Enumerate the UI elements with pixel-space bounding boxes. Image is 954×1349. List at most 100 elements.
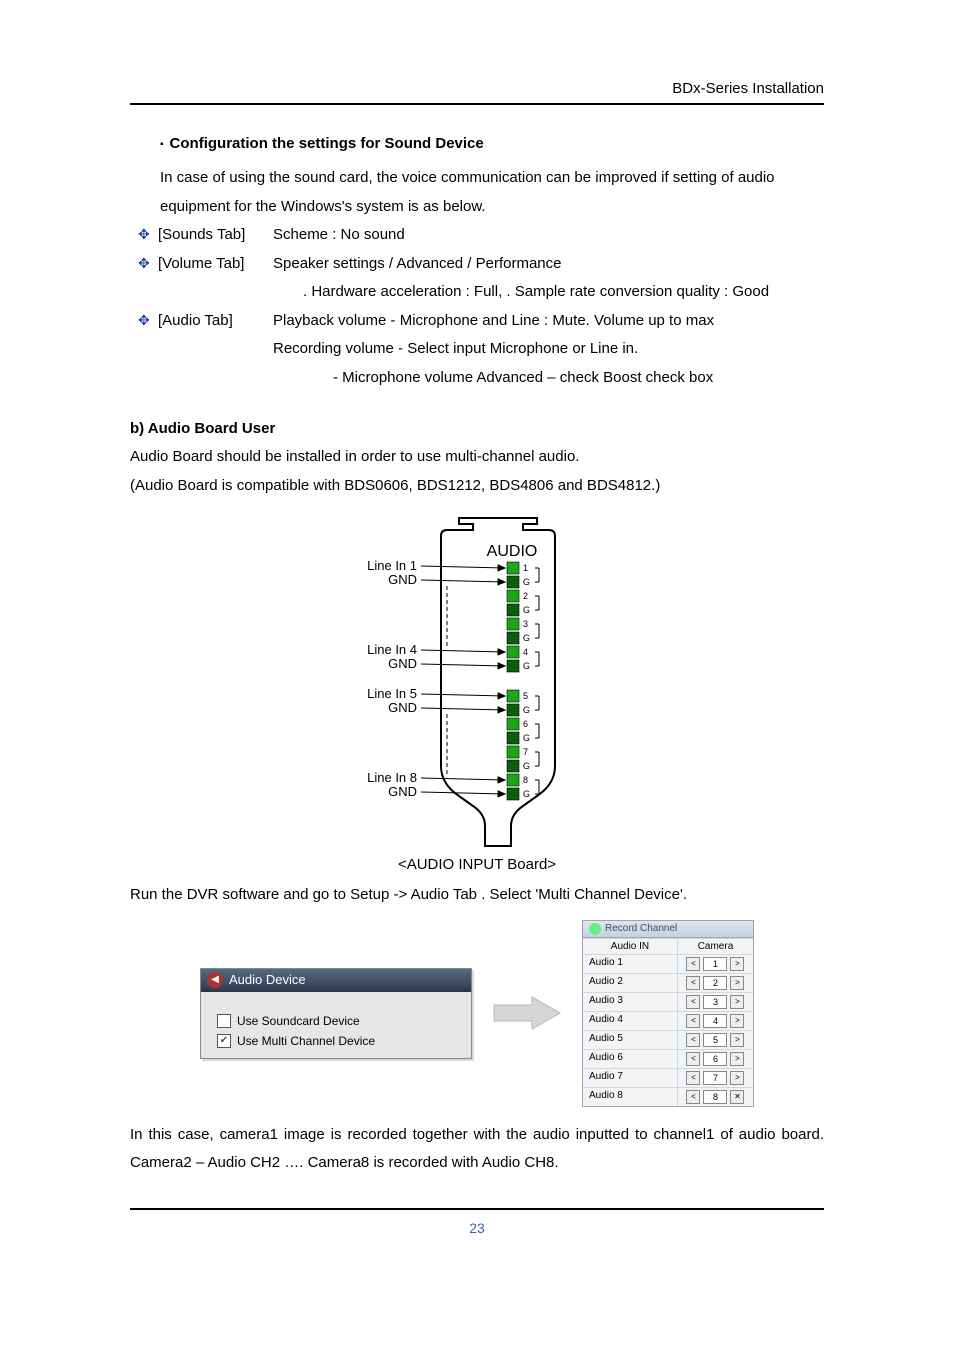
spin-up-button[interactable]: > [730, 1033, 744, 1047]
record-row-label: Audio 3 [583, 993, 678, 1011]
record-row-label: Audio 1 [583, 955, 678, 973]
record-row: Audio 3 <3> [583, 992, 753, 1011]
record-row-label: Audio 7 [583, 1069, 678, 1087]
svg-text:GND: GND [388, 784, 417, 799]
svg-text:4: 4 [523, 647, 528, 657]
tab-audio-label: [Audio Tab] [158, 307, 273, 336]
audioboard-p3: Run the DVR software and go to Setup -> … [130, 881, 824, 910]
page-number: 23 [130, 1220, 824, 1236]
tab-volume-label: [Volume Tab] [158, 250, 273, 279]
spin-block-button[interactable]: ✕ [730, 1090, 744, 1104]
svg-text:Line In 1: Line In 1 [367, 558, 417, 573]
tab-audio-cont2: - Microphone volume Advanced – check Boo… [333, 364, 824, 393]
record-row-label: Audio 2 [583, 974, 678, 992]
svg-text:3: 3 [523, 619, 528, 629]
svg-text:G: G [523, 577, 530, 587]
header-rule [130, 103, 824, 105]
audio-device-panel: ◀ Audio Device Use Soundcard Device ✔ Us… [200, 968, 472, 1059]
section-heading-audioboard: b) Audio Board User [130, 420, 824, 437]
record-row: Audio 4 <4> [583, 1011, 753, 1030]
spin-up-button[interactable]: > [730, 1052, 744, 1066]
label-multichannel: Use Multi Channel Device [237, 1034, 375, 1048]
tab-sounds-label: [Sounds Tab] [158, 221, 273, 250]
svg-text:G: G [523, 705, 530, 715]
record-row: Audio 6 <6> [583, 1049, 753, 1068]
svg-text:8: 8 [523, 775, 528, 785]
closing-text: In this case, camera1 image is recorded … [130, 1121, 824, 1178]
header-title: BDx-Series Installation [130, 80, 824, 97]
spin-value: 4 [703, 1014, 727, 1028]
spin-value: 6 [703, 1052, 727, 1066]
spin-down-button[interactable]: < [686, 1033, 700, 1047]
section-heading-sound: Configuration the settings for Sound Dev… [170, 135, 484, 152]
svg-text:Line In 8: Line In 8 [367, 770, 417, 785]
svg-text:G: G [523, 733, 530, 743]
diamond-icon: ✥ [138, 250, 158, 279]
tab-sounds-desc: Scheme : No sound [273, 221, 824, 250]
spin-value: 3 [703, 995, 727, 1009]
checkbox-multichannel[interactable]: ✔ [217, 1034, 231, 1048]
audioboard-p2: (Audio Board is compatible with BDS0606,… [130, 472, 824, 501]
tab-volume-cont: . Hardware acceleration : Full, . Sample… [303, 278, 824, 307]
spin-value: 8 [703, 1090, 727, 1104]
svg-text:Line In 5: Line In 5 [367, 686, 417, 701]
svg-text:GND: GND [388, 700, 417, 715]
speaker-icon: ◀ [207, 972, 223, 988]
label-soundcard: Use Soundcard Device [237, 1014, 360, 1028]
record-row-label: Audio 8 [583, 1088, 678, 1106]
spin-value: 2 [703, 976, 727, 990]
svg-text:GND: GND [388, 572, 417, 587]
tab-volume-desc: Speaker settings / Advanced / Performanc… [273, 250, 824, 279]
record-row-label: Audio 6 [583, 1050, 678, 1068]
record-icon [589, 923, 601, 935]
spin-up-button[interactable]: > [730, 1071, 744, 1085]
diagram-caption: <AUDIO INPUT Board> [130, 856, 824, 873]
audio-board-diagram: AUDIO 1G2G3G4G 5G6G7G8G Line In 1GNDLine… [130, 514, 824, 854]
record-col-camera: Camera [678, 939, 753, 954]
svg-text:7: 7 [523, 747, 528, 757]
audioboard-p1: Audio Board should be installed in order… [130, 443, 824, 472]
spin-down-button[interactable]: < [686, 1052, 700, 1066]
svg-text:Line In 4: Line In 4 [367, 642, 417, 657]
diagram-title: AUDIO [487, 543, 538, 560]
record-row-label: Audio 5 [583, 1031, 678, 1049]
svg-text:2: 2 [523, 591, 528, 601]
record-row: Audio 2 <2> [583, 973, 753, 992]
spin-down-button[interactable]: < [686, 957, 700, 971]
svg-text:1: 1 [523, 563, 528, 573]
footer-rule [130, 1208, 824, 1210]
spin-value: 5 [703, 1033, 727, 1047]
spin-down-button[interactable]: < [686, 976, 700, 990]
record-panel-title: Record Channel [605, 923, 677, 934]
record-col-audioin: Audio IN [583, 939, 678, 954]
svg-text:G: G [523, 789, 530, 799]
svg-text:G: G [523, 633, 530, 643]
spin-down-button[interactable]: < [686, 1090, 700, 1104]
svg-text:G: G [523, 605, 530, 615]
spin-up-button[interactable]: > [730, 995, 744, 1009]
svg-text:5: 5 [523, 691, 528, 701]
record-row: Audio 7 <7> [583, 1068, 753, 1087]
svg-text:G: G [523, 661, 530, 671]
spin-value: 7 [703, 1071, 727, 1085]
record-row: Audio 1 <1> [583, 954, 753, 973]
spin-value: 1 [703, 957, 727, 971]
spin-up-button[interactable]: > [730, 1014, 744, 1028]
svg-text:G: G [523, 761, 530, 771]
checkbox-soundcard[interactable] [217, 1014, 231, 1028]
tab-audio-desc: Playback volume - Microphone and Line : … [273, 307, 824, 336]
svg-text:GND: GND [388, 656, 417, 671]
diamond-icon: ✥ [138, 307, 158, 336]
diamond-icon: ✥ [138, 221, 158, 250]
record-channel-panel: Record Channel Audio IN Camera Audio 1 <1… [582, 920, 754, 1107]
spin-down-button[interactable]: < [686, 995, 700, 1009]
spin-up-button[interactable]: > [730, 957, 744, 971]
arrow-icon [492, 995, 562, 1031]
spin-up-button[interactable]: > [730, 976, 744, 990]
bullet-icon: ▪ [160, 135, 164, 155]
svg-text:6: 6 [523, 719, 528, 729]
intro-text: In case of using the sound card, the voi… [160, 164, 824, 221]
record-row-label: Audio 4 [583, 1012, 678, 1030]
spin-down-button[interactable]: < [686, 1071, 700, 1085]
spin-down-button[interactable]: < [686, 1014, 700, 1028]
